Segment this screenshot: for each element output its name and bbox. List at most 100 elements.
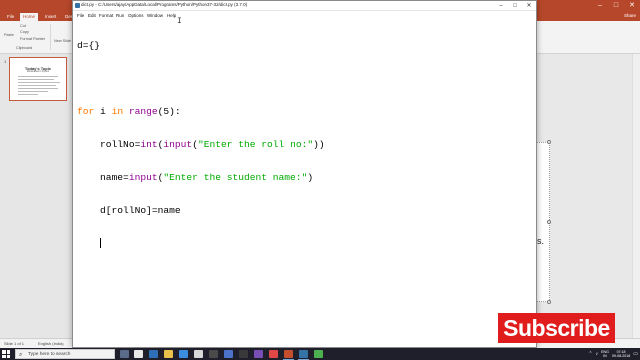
windows-start-icon[interactable] — [2, 350, 11, 358]
region-code: IN — [603, 354, 607, 358]
edge-icon[interactable] — [149, 350, 158, 358]
notification-icon[interactable]: ▭ — [633, 351, 638, 357]
windows-taskbar: ⌕ Type here to search ⌃ ♪ ENG IN 07:18 09-… — [0, 348, 640, 360]
thumbnail-subtitle: Dictionaries in Python — [26, 71, 50, 73]
powerpoint-window-controls: – □ ✕ — [592, 0, 640, 12]
search-icon: ⌕ — [19, 352, 23, 358]
app-icon[interactable] — [239, 350, 248, 358]
language-indicator[interactable]: English (India) — [38, 341, 64, 346]
code-editor[interactable]: d={} for i in range(5): rollNo=int(input… — [77, 18, 532, 271]
cut-button[interactable]: Cut — [20, 24, 26, 28]
powerpoint-maximize-button[interactable]: □ — [608, 0, 624, 12]
thumbnail-text-line — [18, 94, 38, 95]
code-line: for i in range(5): — [77, 106, 532, 117]
subscribe-banner[interactable]: Subscribe — [498, 313, 615, 343]
chevron-up-icon[interactable]: ⌃ — [588, 351, 592, 357]
idle-titlebar[interactable]: dict.py - C:/Users/ajay/AppData/Local/Pr… — [73, 1, 536, 11]
ppt-tab-file[interactable]: File — [4, 13, 17, 21]
python-taskbar-icon[interactable] — [299, 350, 308, 358]
new-slide-button[interactable]: New Slide — [54, 39, 71, 43]
folder-icon[interactable] — [164, 350, 173, 358]
close-button[interactable]: ✕ — [522, 1, 536, 11]
mail-icon[interactable] — [194, 350, 203, 358]
app-icon[interactable] — [314, 350, 323, 358]
idle-window-controls: – □ ✕ — [494, 1, 536, 11]
text-caret — [100, 238, 102, 248]
volume-icon[interactable]: ♪ — [596, 351, 599, 357]
clipboard-group-label: Clipboard — [16, 46, 33, 50]
code-text: (5): — [157, 106, 181, 117]
string-token: "Enter the student name:" — [163, 172, 308, 183]
thumbnail-text-line — [18, 82, 60, 83]
slide-text-fragment: s. — [537, 236, 545, 246]
thumbnail-text-line — [18, 91, 48, 92]
start-logo-pane — [2, 354, 6, 358]
visual-studio-icon[interactable] — [254, 350, 263, 358]
string-token: "Enter the roll no:" — [197, 139, 314, 150]
slide-count: Slide 1 of 1 — [4, 341, 25, 346]
code-text: d={} — [77, 40, 101, 51]
ppt-tab-insert[interactable]: Insert — [42, 13, 59, 21]
thumbnail-text-line — [18, 76, 58, 77]
code-line: rollNo=int(input("Enter the roll no:")) — [77, 139, 532, 150]
code-text: )) — [313, 139, 325, 150]
code-text: d[rollNo]=name — [77, 205, 181, 216]
copy-button[interactable]: Copy — [20, 30, 29, 34]
ppt-share-button[interactable]: Share — [624, 13, 636, 18]
app-icon[interactable] — [209, 350, 218, 358]
taskbar-search-box[interactable]: ⌕ Type here to search — [15, 349, 115, 359]
ibeam-cursor-icon: I — [177, 17, 182, 26]
start-logo-pane — [2, 350, 6, 354]
file-explorer-icon[interactable] — [134, 350, 143, 358]
builtin-token: int — [140, 139, 158, 150]
idle-window-title: dict.py - C:/Users/ajay/AppData/Local/Pr… — [81, 2, 248, 7]
powerpoint-close-button[interactable]: ✕ — [624, 0, 640, 12]
ppt-tab-home[interactable]: Home — [20, 13, 39, 21]
start-logo-pane — [6, 350, 10, 354]
code-line-cursor — [77, 238, 532, 249]
code-text: name= — [77, 172, 129, 183]
slide-number: 1 — [4, 59, 7, 64]
builtin-token: range — [128, 106, 158, 117]
code-text: rollNo= — [77, 139, 141, 150]
app-icon[interactable] — [269, 350, 278, 358]
clock[interactable]: 07:18 09-08-2018 — [612, 350, 630, 358]
input-language[interactable]: ENG IN — [601, 350, 609, 358]
thumbnail-text-line — [18, 88, 58, 89]
system-tray: ⌃ ♪ ENG IN 07:18 09-08-2018 ▭ — [588, 348, 638, 360]
maximize-button[interactable]: □ — [508, 1, 522, 11]
minimize-button[interactable]: – — [494, 1, 508, 11]
start-logo-pane — [6, 354, 10, 358]
resize-handle[interactable] — [547, 140, 551, 144]
python-icon — [75, 3, 80, 8]
powerpoint-icon[interactable] — [284, 350, 293, 358]
ribbon-divider — [50, 24, 51, 50]
search-placeholder: Type here to search — [28, 352, 71, 357]
clock-date: 09-08-2018 — [611, 354, 631, 358]
keyword-token: in — [111, 106, 124, 117]
resize-handle[interactable] — [547, 300, 551, 304]
vertical-scrollbar[interactable] — [632, 54, 640, 338]
code-text: i — [94, 106, 112, 117]
paste-button[interactable]: Paste — [4, 33, 14, 37]
desktop: – □ ✕ File Home Insert Design Share Past… — [0, 0, 640, 360]
powerpoint-minimize-button[interactable]: – — [592, 0, 608, 12]
idle-editor-window: dict.py - C:/Users/ajay/AppData/Local/Pr… — [72, 0, 537, 348]
slide-thumbnail[interactable]: Today's Topic Dictionaries in Python — [9, 57, 67, 101]
task-view-icon[interactable] — [120, 350, 129, 358]
builtin-token: input — [163, 139, 193, 150]
code-text: ) — [307, 172, 314, 183]
thumbnail-text-line — [18, 79, 54, 80]
code-line: d={} — [77, 40, 532, 51]
word-icon[interactable] — [224, 350, 233, 358]
format-painter-button[interactable]: Format Painter — [20, 37, 45, 41]
code-line: d[rollNo]=name — [77, 205, 532, 216]
thumbnail-text-line — [18, 85, 56, 86]
builtin-token: input — [128, 172, 158, 183]
code-line: name=input("Enter the student name:") — [77, 172, 532, 183]
resize-handle[interactable] — [547, 220, 551, 224]
keyword-token: for — [77, 106, 95, 117]
store-icon[interactable] — [179, 350, 188, 358]
